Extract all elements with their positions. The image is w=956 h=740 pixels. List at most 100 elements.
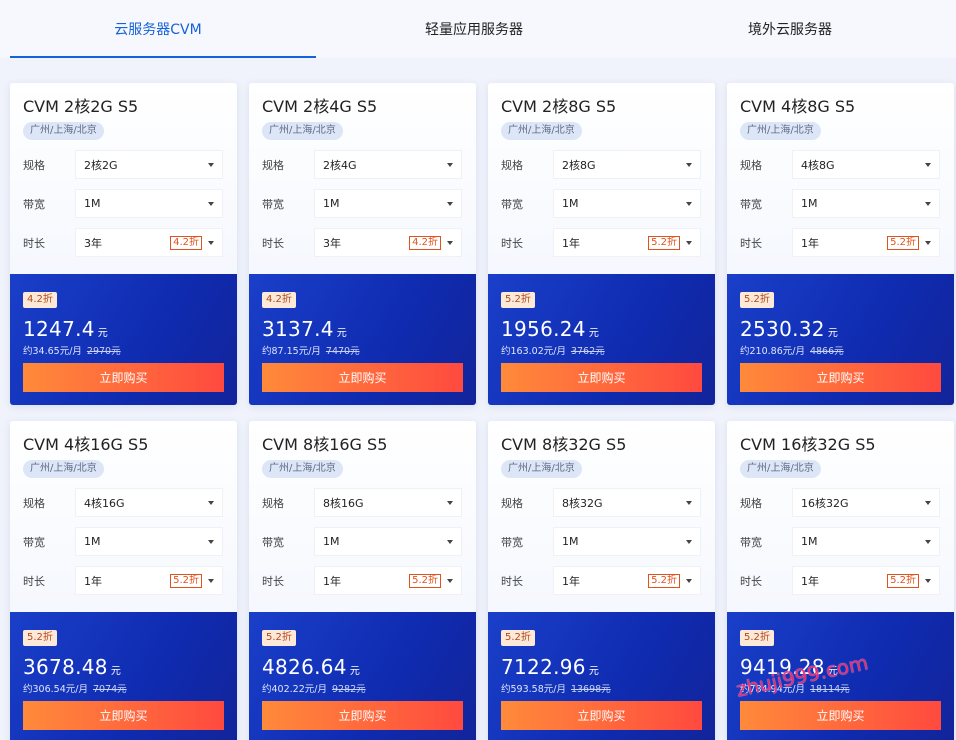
duration-select[interactable]: 1年 5.2折 xyxy=(75,566,223,595)
price-panel: 4.2折 1247.4 元 约34.65元/月 2970元 立即购买 xyxy=(10,274,237,405)
discount-badge: 5.2折 xyxy=(501,630,535,646)
spec-row: 规格 2核2G xyxy=(23,150,224,179)
price-detail: 约784.94元/月 18114元 xyxy=(740,681,941,695)
bandwidth-label: 带宽 xyxy=(501,197,523,211)
duration-select[interactable]: 1年 5.2折 xyxy=(553,228,701,257)
original-price: 2970元 xyxy=(86,346,121,357)
buy-now-button[interactable]: 立即购买 xyxy=(23,363,224,392)
duration-discount-tag: 5.2折 xyxy=(648,573,680,588)
monthly-price: 约34.65元/月 xyxy=(23,346,82,357)
spec-row: 规格 2核8G xyxy=(501,150,702,179)
chevron-down-icon xyxy=(208,500,214,505)
duration-select[interactable]: 1年 5.2折 xyxy=(792,566,940,595)
discount-badge: 5.2折 xyxy=(740,630,774,646)
spec-value: 2核4G xyxy=(323,158,357,172)
duration-label: 时长 xyxy=(501,236,523,250)
monthly-price: 约306.54元/月 xyxy=(23,684,88,695)
spec-row: 规格 4核8G xyxy=(740,150,941,179)
bandwidth-select[interactable]: 1M xyxy=(314,189,462,218)
bandwidth-select[interactable]: 1M xyxy=(792,527,940,556)
spec-select[interactable]: 2核4G xyxy=(314,150,462,179)
duration-row: 时长 1年 5.2折 xyxy=(740,566,941,595)
chevron-down-icon xyxy=(925,162,931,167)
discount-badge: 4.2折 xyxy=(262,292,296,308)
duration-value: 1年 xyxy=(562,236,580,250)
chevron-down-icon xyxy=(447,201,453,206)
duration-label: 时长 xyxy=(23,574,45,588)
duration-value: 1年 xyxy=(84,574,102,588)
spec-select[interactable]: 8核32G xyxy=(553,488,701,517)
tab-overseas[interactable]: 境外云服务器 xyxy=(632,0,948,58)
spec-value: 16核32G xyxy=(801,496,849,510)
monthly-price: 约210.86元/月 xyxy=(740,346,805,357)
product-card: CVM 8核16G S5 广州/上海/北京 规格 8核16G 带宽 1M 时长 xyxy=(249,421,476,740)
spec-row: 规格 16核32G xyxy=(740,488,941,517)
buy-now-button[interactable]: 立即购买 xyxy=(740,701,941,730)
duration-row: 时长 3年 4.2折 xyxy=(262,228,463,257)
duration-value: 1年 xyxy=(562,574,580,588)
price-panel: 5.2折 3678.48 元 约306.54元/月 7074元 立即购买 xyxy=(10,612,237,740)
buy-now-button[interactable]: 立即购买 xyxy=(262,363,463,392)
original-price: 9282元 xyxy=(331,684,366,695)
spec-select[interactable]: 4核8G xyxy=(792,150,940,179)
duration-value: 1年 xyxy=(801,236,819,250)
duration-select[interactable]: 1年 5.2折 xyxy=(792,228,940,257)
chevron-down-icon xyxy=(447,578,453,583)
spec-select[interactable]: 2核8G xyxy=(553,150,701,179)
chevron-down-icon xyxy=(447,539,453,544)
bandwidth-value: 1M xyxy=(801,197,818,210)
buy-now-button[interactable]: 立即购买 xyxy=(262,701,463,730)
chevron-down-icon xyxy=(208,539,214,544)
price-panel: 5.2折 4826.64 元 约402.22元/月 9282元 立即购买 xyxy=(249,612,476,740)
region-tag: 广州/上海/北京 xyxy=(501,460,582,478)
price: 1956.24 xyxy=(501,317,586,341)
product-tabs: 云服务器CVM 轻量应用服务器 境外云服务器 xyxy=(0,0,956,58)
spec-select[interactable]: 16核32G xyxy=(792,488,940,517)
tab-lighthouse[interactable]: 轻量应用服务器 xyxy=(316,0,632,58)
bandwidth-value: 1M xyxy=(323,197,340,210)
bandwidth-label: 带宽 xyxy=(501,535,523,549)
duration-discount-tag: 5.2折 xyxy=(887,573,919,588)
buy-now-button[interactable]: 立即购买 xyxy=(740,363,941,392)
buy-now-button[interactable]: 立即购买 xyxy=(501,701,702,730)
region-tag: 广州/上海/北京 xyxy=(262,122,343,140)
bandwidth-select[interactable]: 1M xyxy=(314,527,462,556)
discount-badge: 4.2折 xyxy=(23,292,57,308)
product-title: CVM 2核4G S5 xyxy=(262,97,378,116)
spec-select[interactable]: 2核2G xyxy=(75,150,223,179)
product-grid: CVM 2核2G S5 广州/上海/北京 规格 2核2G 带宽 1M 时长 3年… xyxy=(10,83,954,740)
duration-row: 时长 1年 5.2折 xyxy=(262,566,463,595)
spec-value: 4核8G xyxy=(801,158,835,172)
price-unit: 元 xyxy=(336,328,347,339)
bandwidth-value: 1M xyxy=(562,535,579,548)
bandwidth-select[interactable]: 1M xyxy=(553,189,701,218)
duration-select[interactable]: 1年 5.2折 xyxy=(553,566,701,595)
duration-label: 时长 xyxy=(740,236,762,250)
bandwidth-select[interactable]: 1M xyxy=(553,527,701,556)
price-panel: 5.2折 2530.32 元 约210.86元/月 4866元 立即购买 xyxy=(727,274,954,405)
duration-select[interactable]: 3年 4.2折 xyxy=(314,228,462,257)
price: 2530.32 xyxy=(740,317,825,341)
price: 1247.4 xyxy=(23,317,95,341)
spec-select[interactable]: 8核16G xyxy=(314,488,462,517)
price-panel: 5.2折 9419.28 元 约784.94元/月 18114元 立即购买 xyxy=(727,612,954,740)
product-card: CVM 4核8G S5 广州/上海/北京 规格 4核8G 带宽 1M 时长 1年… xyxy=(727,83,954,405)
tab-cvm[interactable]: 云服务器CVM xyxy=(0,0,316,58)
discount-badge: 5.2折 xyxy=(501,292,535,308)
region-tag: 广州/上海/北京 xyxy=(740,122,821,140)
duration-select[interactable]: 1年 5.2折 xyxy=(314,566,462,595)
spec-select[interactable]: 4核16G xyxy=(75,488,223,517)
chevron-down-icon xyxy=(925,578,931,583)
product-card: CVM 8核32G S5 广州/上海/北京 规格 8核32G 带宽 1M 时长 xyxy=(488,421,715,740)
bandwidth-select[interactable]: 1M xyxy=(75,527,223,556)
price-panel: 5.2折 7122.96 元 约593.58元/月 13698元 立即购买 xyxy=(488,612,715,740)
duration-value: 1年 xyxy=(801,574,819,588)
monthly-price: 约784.94元/月 xyxy=(740,684,805,695)
bandwidth-select[interactable]: 1M xyxy=(75,189,223,218)
bandwidth-label: 带宽 xyxy=(23,197,45,211)
duration-select[interactable]: 3年 4.2折 xyxy=(75,228,223,257)
bandwidth-select[interactable]: 1M xyxy=(792,189,940,218)
buy-now-button[interactable]: 立即购买 xyxy=(501,363,702,392)
buy-now-button[interactable]: 立即购买 xyxy=(23,701,224,730)
spec-value: 4核16G xyxy=(84,496,125,510)
